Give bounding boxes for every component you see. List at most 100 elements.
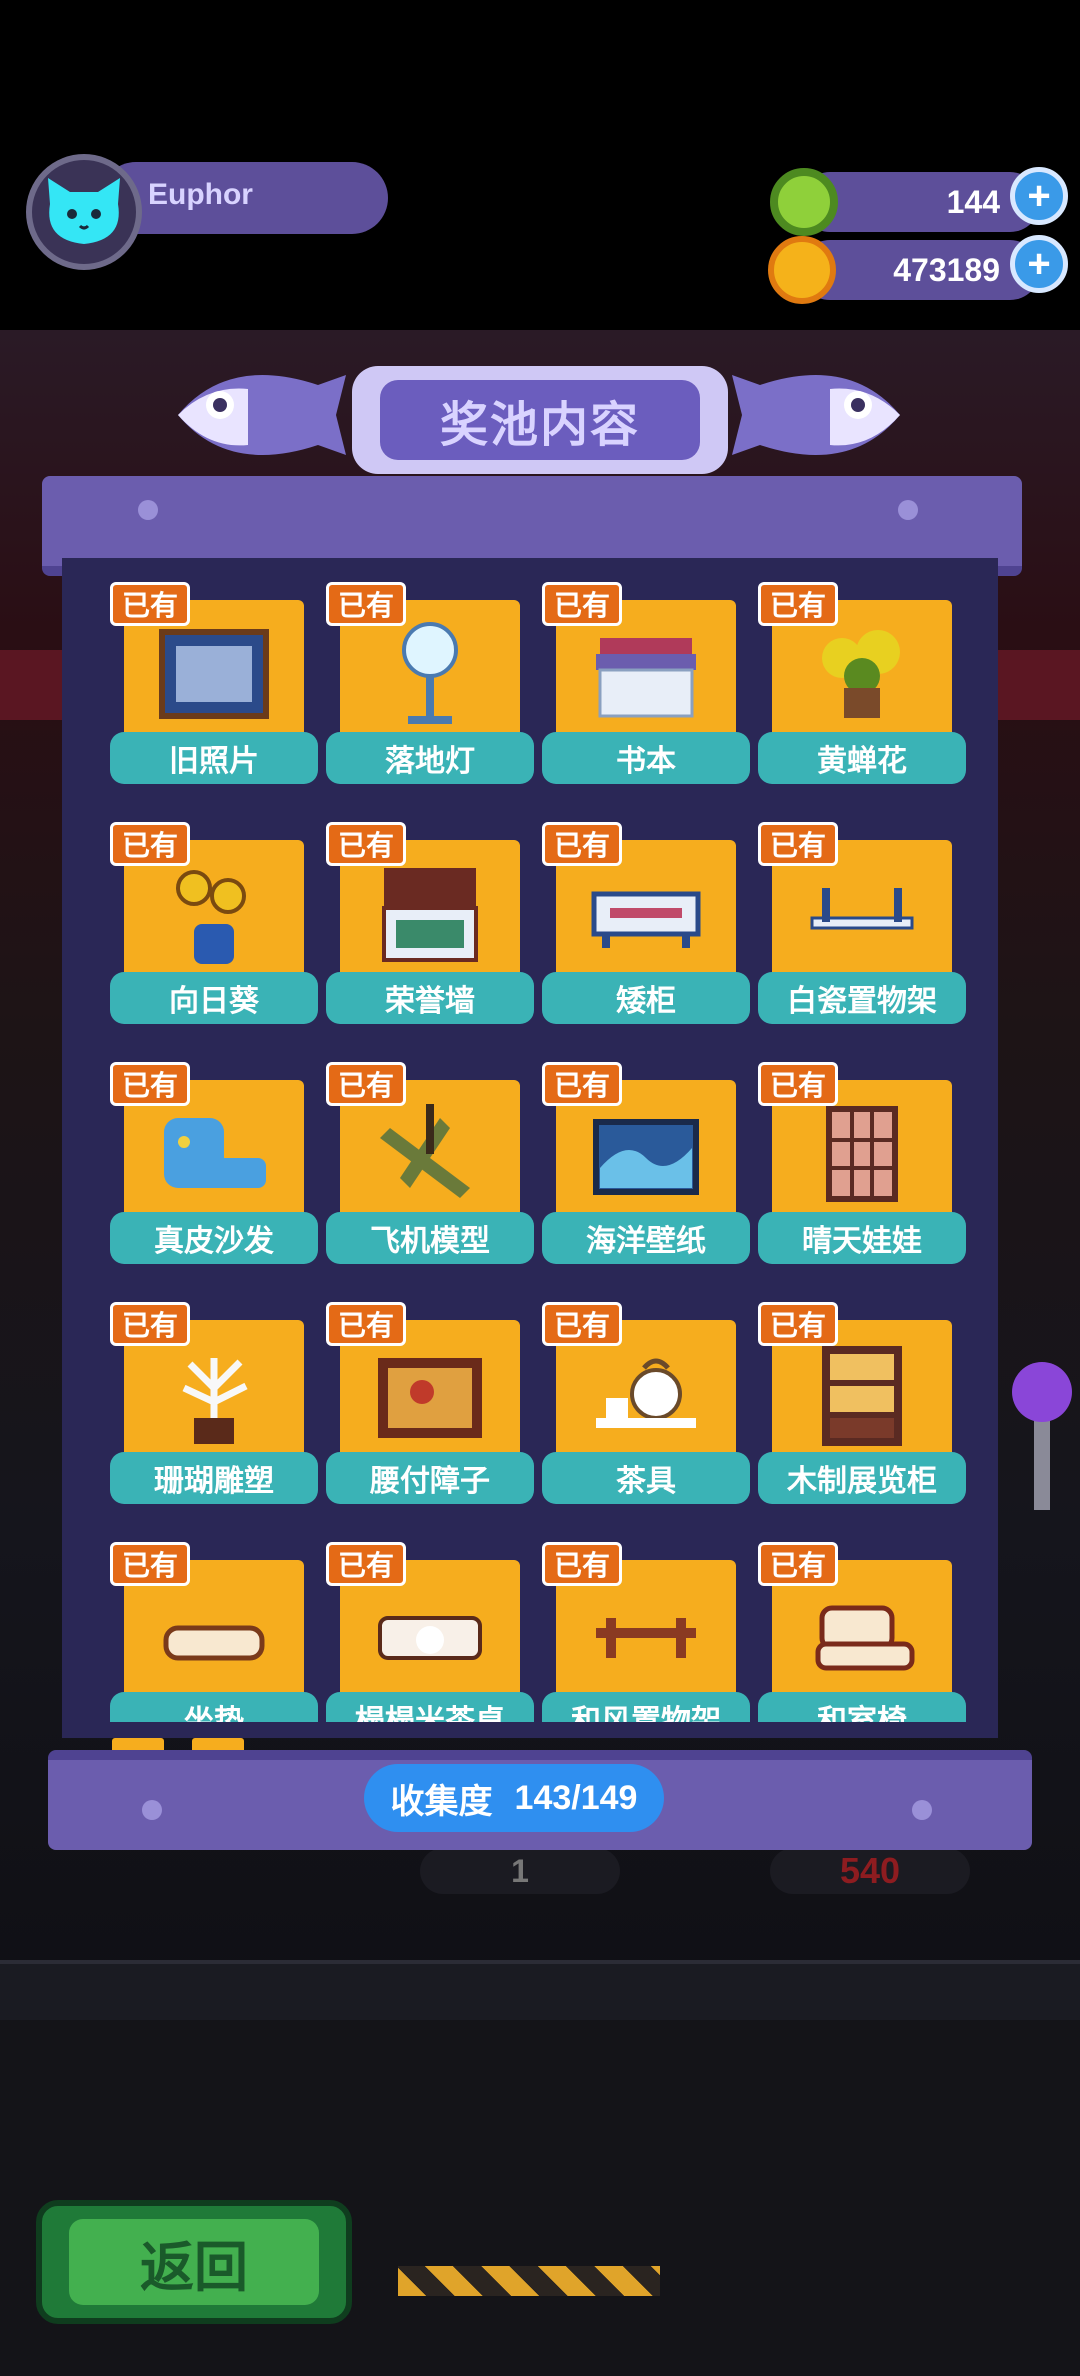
item-card[interactable]: 书本 已有: [542, 582, 750, 792]
item-card[interactable]: 荣誉墙 已有: [326, 822, 534, 1032]
airplane-model-icon: [380, 1104, 470, 1198]
cushion-icon: [163, 1625, 265, 1661]
rivet: [912, 1800, 932, 1820]
item-grid[interactable]: 旧照片 已有 落地灯 已有 书本 已有 黄蝉花 已有 向日葵 已有 荣誉墙 已有 矮柜 已有 白瓷置物架 已有…: [110, 582, 970, 1722]
rivet: [142, 1800, 162, 1820]
item-name: 向日葵: [110, 972, 318, 1024]
item-card[interactable]: 茶具 已有: [542, 1302, 750, 1512]
item-name: 腰付障子: [326, 1452, 534, 1504]
collection-progress: 收集度 143/149: [364, 1764, 664, 1832]
left-fish-icon: [178, 375, 346, 455]
item-card[interactable]: 白瓷置物架 已有: [758, 822, 966, 1032]
low-cabinet-icon: [591, 891, 701, 948]
item-card[interactable]: 矮柜 已有: [542, 822, 750, 1032]
item-name: 木制展览柜: [758, 1452, 966, 1504]
machine-band: [0, 1960, 1080, 2024]
item-card[interactable]: 珊瑚雕塑 已有: [110, 1302, 318, 1512]
item-card[interactable]: 和风置物架 已有: [542, 1542, 750, 1722]
item-card[interactable]: 榻榻米茶桌 已有: [326, 1542, 534, 1722]
tea-table-icon: [378, 1616, 482, 1660]
item-card[interactable]: 旧照片 已有: [110, 582, 318, 792]
rivet: [138, 500, 158, 520]
item-name: 荣誉墙: [326, 972, 534, 1024]
item-name: 落地灯: [326, 732, 534, 784]
title-plate: 奖池内容: [352, 366, 728, 474]
item-name: 真皮沙发: [110, 1212, 318, 1264]
owned-badge: 已有: [542, 822, 622, 866]
window-screen-icon: [826, 1106, 898, 1202]
item-name: 和风置物架: [542, 1692, 750, 1722]
item-card[interactable]: 向日葵 已有: [110, 822, 318, 1032]
item-card[interactable]: 坐垫 已有: [110, 1542, 318, 1722]
right-fish-icon: [732, 375, 900, 455]
item-card[interactable]: 落地灯 已有: [326, 582, 534, 792]
tea-set-icon: [596, 1358, 696, 1428]
owned-badge: 已有: [326, 1062, 406, 1106]
owned-badge: 已有: [110, 582, 190, 626]
item-card[interactable]: 飞机模型 已有: [326, 1062, 534, 1272]
owned-badge: 已有: [758, 1062, 838, 1106]
item-name: 榻榻米茶桌: [326, 1692, 534, 1722]
avatar[interactable]: [26, 154, 142, 270]
panel-title: 奖池内容: [380, 380, 700, 460]
cat-avatar-icon: [48, 178, 120, 244]
player-name: Euphor: [148, 178, 253, 211]
honor-wall-icon: [382, 868, 478, 962]
owned-badge: 已有: [326, 582, 406, 626]
sunflower-icon: [176, 870, 246, 964]
display-cabinet-icon: [822, 1346, 902, 1446]
item-card[interactable]: 和室椅 已有: [758, 1542, 966, 1722]
ocean-wallpaper-icon: [593, 1119, 699, 1195]
item-card[interactable]: 黄蝉花 已有: [758, 582, 966, 792]
background-cost: 540: [770, 1848, 970, 1894]
item-card[interactable]: 腰付障子 已有: [326, 1302, 534, 1512]
collection-value: 143/149: [514, 1778, 638, 1817]
owned-badge: 已有: [110, 1062, 190, 1106]
gems-value: 144: [946, 184, 1000, 220]
item-card[interactable]: 真皮沙发 已有: [110, 1062, 318, 1272]
item-name: 黄蝉花: [758, 732, 966, 784]
owned-badge: 已有: [326, 1542, 406, 1586]
item-name: 晴天娃娃: [758, 1212, 966, 1264]
owned-badge: 已有: [542, 582, 622, 626]
item-card[interactable]: 木制展览柜 已有: [758, 1302, 966, 1512]
item-card[interactable]: 晴天娃娃 已有: [758, 1062, 966, 1272]
back-button-label: 返回: [69, 2219, 319, 2305]
item-name: 白瓷置物架: [758, 972, 966, 1024]
hazard-stripe: [398, 2266, 660, 2296]
sofa-icon: [164, 1118, 266, 1188]
background-counter: 1: [420, 1848, 620, 1894]
item-name: 旧照片: [110, 732, 318, 784]
add-coins-button[interactable]: +: [1010, 235, 1068, 293]
owned-badge: 已有: [110, 822, 190, 866]
owned-badge: 已有: [758, 822, 838, 866]
lever-knob[interactable]: [1012, 1362, 1072, 1422]
japanese-shelf-icon: [596, 1618, 696, 1658]
item-name: 坐垫: [110, 1692, 318, 1722]
background-counter-value: 1: [511, 1852, 529, 1889]
item-name: 茶具: [542, 1452, 750, 1504]
item-name: 矮柜: [542, 972, 750, 1024]
back-button[interactable]: 返回: [36, 2200, 352, 2324]
gem-donut-icon: [770, 168, 838, 236]
item-card[interactable]: 海洋壁纸 已有: [542, 1062, 750, 1272]
japanese-chair-icon: [815, 1605, 915, 1671]
books-icon: [596, 638, 696, 718]
owned-badge: 已有: [758, 1302, 838, 1346]
item-name: 珊瑚雕塑: [110, 1452, 318, 1504]
shoji-icon: [378, 1358, 482, 1438]
owned-badge: 已有: [758, 582, 838, 626]
collection-label: 收集度: [390, 1782, 493, 1821]
photo-frame-icon: [159, 629, 269, 719]
owned-badge: 已有: [326, 822, 406, 866]
item-name: 书本: [542, 732, 750, 784]
coral-sculpture-icon: [182, 1358, 248, 1444]
coin-planet-icon: [768, 236, 836, 304]
owned-badge: 已有: [110, 1542, 190, 1586]
owned-badge: 已有: [542, 1542, 622, 1586]
coins-value: 473189: [893, 252, 1000, 288]
item-name: 和室椅: [758, 1692, 966, 1722]
add-gems-button[interactable]: +: [1010, 167, 1068, 225]
shelf-icon: [810, 888, 914, 930]
background-cost-value: 540: [839, 1850, 901, 1891]
